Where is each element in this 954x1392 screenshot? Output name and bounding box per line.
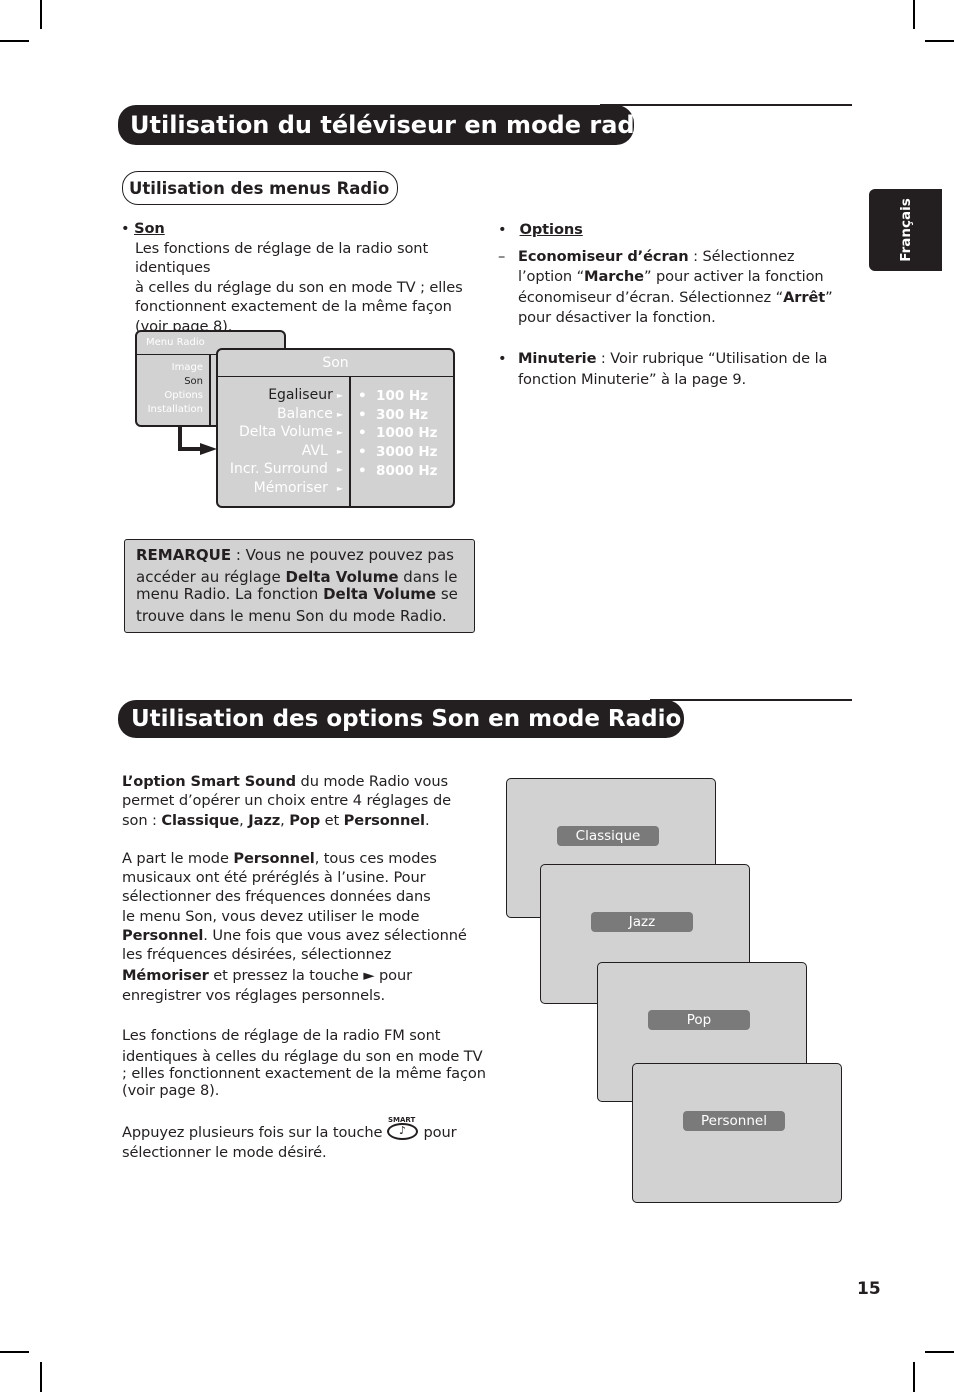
menu-radio-title: Menu Radio [146,337,205,348]
remark-label: REMARQUE [136,546,232,564]
section-title-son-options: Utilisation des options Son en mode Radi… [118,700,684,738]
arrow-right-icon: ► [336,410,343,419]
menu-item-installation[interactable]: Installation [148,404,203,415]
arrow-connector [178,447,202,451]
son-item-balance[interactable]: Balance ► [277,406,343,422]
crop-mark [913,1362,915,1392]
crop-mark [40,1362,42,1392]
crop-mark [925,1351,954,1353]
menu-item-image[interactable]: Image [172,362,203,373]
bullet: • [121,220,130,237]
subsection-title-text: Utilisation des menus Radio [129,178,390,198]
son-paragraph: • Son Les fonctions de réglage de la rad… [121,219,491,337]
menu-divider [209,355,211,427]
text-line: fonctionnent exactement de la même façon [135,298,452,316]
mode-label: Personnel [683,1111,785,1131]
section-title-text: Utilisation des options Son en mode Radi… [131,706,682,732]
smart-sound-button-icon: SMART ♪ [386,1116,419,1141]
text-line: Les fonctions de réglage de la radio son… [135,239,429,277]
freq-item[interactable]: • 300 Hz [358,407,428,423]
son-heading: Son [134,220,165,237]
bullet: • [498,221,507,238]
language-tab[interactable]: Français [869,189,942,271]
crop-mark [0,40,29,42]
mode-label: Pop [648,1010,750,1030]
subsection-title: Utilisation des menus Radio [122,171,398,205]
son-menu-panel: Son Egaliseur ► Balance ► Delta Volume ► AV… [216,348,455,508]
son-item-avl[interactable]: AVL ► [302,443,343,459]
arrow-right-icon: ► [336,391,343,400]
freq-item[interactable]: • 100 Hz [358,388,428,404]
smart-sound-paragraph: L’option Smart Sound du mode Radio vous … [122,773,486,1161]
son-menu-title: Son [322,355,349,371]
language-tab-label: Français [897,198,914,262]
crop-mark [0,1351,29,1353]
crop-mark [925,40,954,42]
arrow-right-icon: ► [336,428,343,437]
section-title-radio: Utilisation du téléviseur en mode radio [118,105,659,145]
arrow-right-icon: ► [336,465,343,474]
arrow-head-icon [200,443,217,455]
crop-mark [913,0,915,29]
mode-screen-personnel: Personnel [632,1063,842,1203]
mode-label: Classique [557,826,659,846]
section-title-text: Utilisation du téléviseur en mode radio [130,111,660,139]
eco-label: Economiseur d’écran [518,247,689,265]
section-rule [600,104,852,106]
son-item-egaliseur[interactable]: Egaliseur ► [268,387,343,403]
menu-item-son[interactable]: Son [184,376,203,387]
arrow-right-icon: ► [336,447,343,456]
freq-item[interactable]: • 3000 Hz [358,444,437,460]
son-item-delta-volume[interactable]: Delta Volume ► [239,424,343,440]
bullet: • [498,349,507,367]
son-item-memoriser[interactable]: Mémoriser ► [254,480,343,496]
text-line: à celles du réglage du son en mode TV ; … [135,278,463,296]
son-menu-divider [349,377,351,508]
mode-label: Jazz [591,912,693,932]
page-number: 15 [857,1279,881,1299]
remark-box: REMARQUE : Vous ne pouvez pouvez pas acc… [124,539,475,633]
section-rule [650,699,852,701]
freq-item[interactable]: • 8000 Hz [358,463,437,479]
menu-item-options[interactable]: Options [164,390,203,401]
arrow-right-icon: ► [336,484,343,493]
crop-mark [40,0,42,29]
son-item-incr-surround[interactable]: Incr. Surround ► [230,461,343,477]
son-menu-header: Son [218,350,453,377]
options-heading: Options [519,221,583,238]
options-paragraph: • Options – Economiseur d’écran : Sélecti… [498,221,833,388]
dash: – [498,247,506,265]
freq-item[interactable]: • 1000 Hz [358,425,437,441]
minuterie-label: Minuterie [518,349,597,367]
menu-radio-list: Image Son Options Installation [137,362,203,422]
